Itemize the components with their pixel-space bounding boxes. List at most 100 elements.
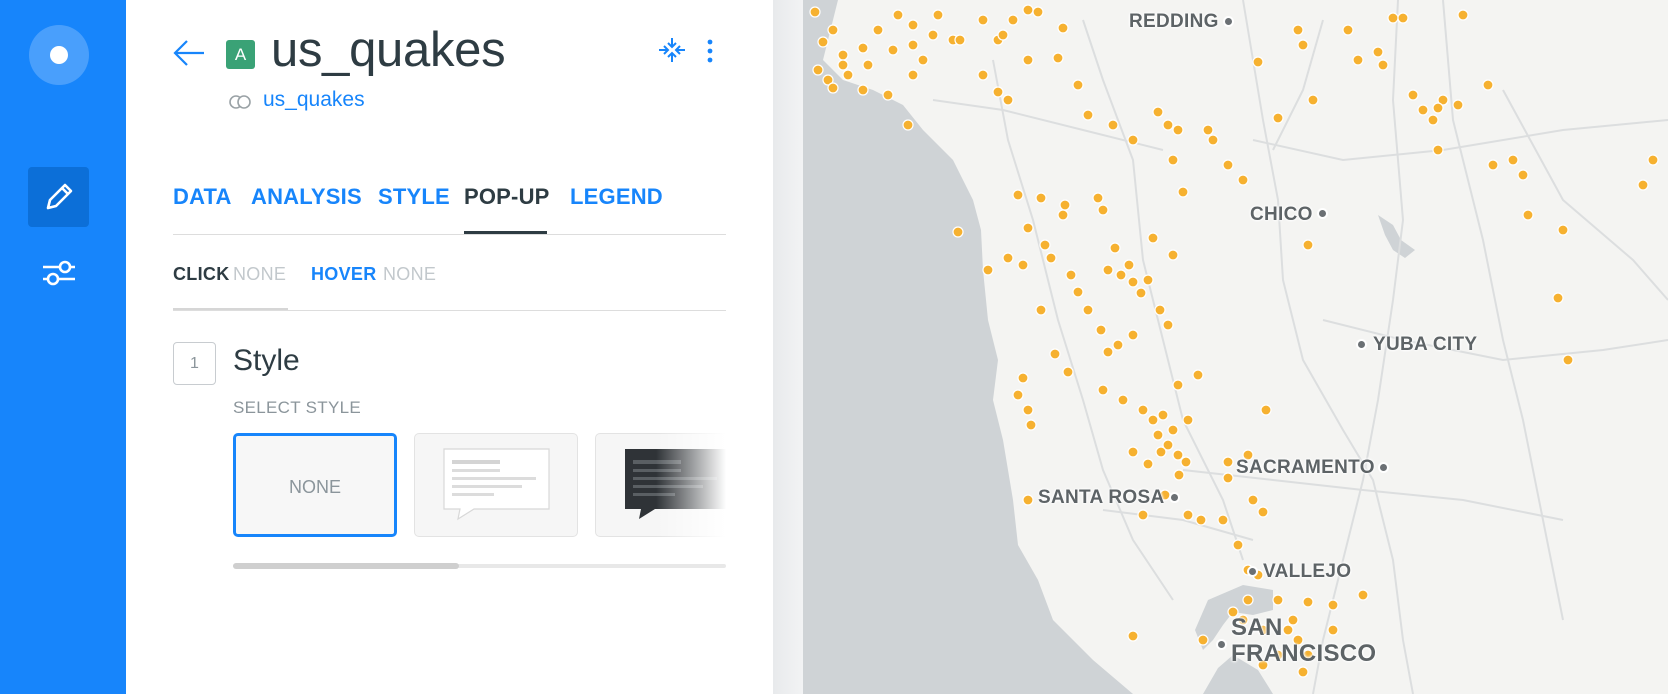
- quake-point[interactable]: [1247, 494, 1259, 506]
- quake-point[interactable]: [1032, 6, 1044, 18]
- quake-point[interactable]: [1507, 154, 1519, 166]
- quake-point[interactable]: [1217, 514, 1229, 526]
- quake-point[interactable]: [1072, 286, 1084, 298]
- quake-point[interactable]: [1147, 232, 1159, 244]
- quake-point[interactable]: [1072, 79, 1084, 91]
- quake-point[interactable]: [1097, 384, 1109, 396]
- quake-point[interactable]: [1552, 292, 1564, 304]
- quake-point[interactable]: [1152, 429, 1164, 441]
- quake-point[interactable]: [1115, 269, 1127, 281]
- quake-point[interactable]: [1647, 154, 1659, 166]
- quake-point[interactable]: [1487, 159, 1499, 171]
- quake-point[interactable]: [927, 29, 939, 41]
- map-view[interactable]: REDDING CHICO YUBA CITY SACRAMENTO SANTA…: [803, 0, 1668, 694]
- quake-point[interactable]: [837, 59, 849, 71]
- quake-point[interactable]: [1562, 354, 1574, 366]
- quake-point[interactable]: [1172, 449, 1184, 461]
- quake-point[interactable]: [812, 64, 824, 76]
- quake-point[interactable]: [1342, 24, 1354, 36]
- quake-point[interactable]: [1292, 24, 1304, 36]
- quake-point[interactable]: [917, 54, 929, 66]
- quake-point[interactable]: [1452, 99, 1464, 111]
- click-tab-label[interactable]: CLICK: [173, 264, 230, 285]
- horizontal-scrollbar[interactable]: [233, 563, 726, 569]
- quake-point[interactable]: [932, 9, 944, 21]
- kebab-menu-icon[interactable]: [700, 36, 720, 66]
- hover-tab-value[interactable]: NONE: [383, 264, 436, 285]
- quake-point[interactable]: [1022, 222, 1034, 234]
- quake-point[interactable]: [1272, 594, 1284, 606]
- quake-point[interactable]: [1377, 59, 1389, 71]
- quake-point[interactable]: [1287, 614, 1299, 626]
- quake-point[interactable]: [1282, 624, 1294, 636]
- quake-point[interactable]: [907, 69, 919, 81]
- quake-point[interactable]: [977, 14, 989, 26]
- quake-point[interactable]: [1059, 199, 1071, 211]
- quake-point[interactable]: [1035, 192, 1047, 204]
- quake-point[interactable]: [1002, 94, 1014, 106]
- quake-point[interactable]: [1222, 159, 1234, 171]
- quake-point[interactable]: [1092, 192, 1104, 204]
- quake-point[interactable]: [1167, 249, 1179, 261]
- layer-title[interactable]: us_quakes: [271, 20, 506, 80]
- quake-point[interactable]: [1297, 39, 1309, 51]
- quake-point[interactable]: [1427, 114, 1439, 126]
- quake-point[interactable]: [1102, 264, 1114, 276]
- quake-point[interactable]: [1137, 509, 1149, 521]
- quake-point[interactable]: [1180, 456, 1192, 468]
- quake-point[interactable]: [1222, 472, 1234, 484]
- quake-point[interactable]: [1302, 239, 1314, 251]
- quake-point[interactable]: [1045, 252, 1057, 264]
- quake-point[interactable]: [1147, 414, 1159, 426]
- quake-point[interactable]: [1135, 287, 1147, 299]
- quake-point[interactable]: [1049, 348, 1061, 360]
- quake-point[interactable]: [842, 69, 854, 81]
- quake-point[interactable]: [1182, 414, 1194, 426]
- scrollbar-thumb[interactable]: [233, 563, 459, 569]
- quake-point[interactable]: [1137, 404, 1149, 416]
- quake-point[interactable]: [1307, 94, 1319, 106]
- quake-point[interactable]: [1022, 404, 1034, 416]
- quake-point[interactable]: [1022, 4, 1034, 16]
- quake-point[interactable]: [1327, 599, 1339, 611]
- quake-point[interactable]: [887, 44, 899, 56]
- quake-point[interactable]: [1109, 242, 1121, 254]
- quake-point[interactable]: [1297, 666, 1309, 678]
- quake-point[interactable]: [1127, 134, 1139, 146]
- quake-point[interactable]: [1127, 276, 1139, 288]
- quake-point[interactable]: [1222, 456, 1234, 468]
- quake-point[interactable]: [902, 119, 914, 131]
- quake-point[interactable]: [1260, 404, 1272, 416]
- quake-point[interactable]: [977, 69, 989, 81]
- quake-point[interactable]: [857, 42, 869, 54]
- tab-pop-up[interactable]: POP-UP: [464, 184, 550, 210]
- quake-point[interactable]: [1065, 269, 1077, 281]
- quake-point[interactable]: [1257, 506, 1269, 518]
- quake-point[interactable]: [827, 82, 839, 94]
- quake-point[interactable]: [1039, 239, 1051, 251]
- quake-point[interactable]: [1152, 106, 1164, 118]
- carto-logo-icon[interactable]: [29, 25, 89, 85]
- quake-point[interactable]: [1457, 9, 1469, 21]
- quake-point[interactable]: [1052, 52, 1064, 64]
- quake-point[interactable]: [1157, 409, 1169, 421]
- quake-point[interactable]: [1167, 154, 1179, 166]
- quake-point[interactable]: [1432, 144, 1444, 156]
- quake-point[interactable]: [1352, 54, 1364, 66]
- quake-point[interactable]: [1482, 79, 1494, 91]
- quake-point[interactable]: [1202, 124, 1214, 136]
- quake-point[interactable]: [997, 29, 1009, 41]
- quake-point[interactable]: [1162, 319, 1174, 331]
- quake-point[interactable]: [857, 84, 869, 96]
- quake-point[interactable]: [1195, 514, 1207, 526]
- quake-point[interactable]: [1302, 596, 1314, 608]
- quake-point[interactable]: [817, 36, 829, 48]
- quake-point[interactable]: [907, 19, 919, 31]
- quake-point[interactable]: [1102, 346, 1114, 358]
- quake-point[interactable]: [1082, 109, 1094, 121]
- quake-point[interactable]: [1232, 539, 1244, 551]
- quake-point[interactable]: [1372, 46, 1384, 58]
- quake-point[interactable]: [809, 6, 821, 18]
- quake-point[interactable]: [1022, 494, 1034, 506]
- quake-point[interactable]: [1017, 372, 1029, 384]
